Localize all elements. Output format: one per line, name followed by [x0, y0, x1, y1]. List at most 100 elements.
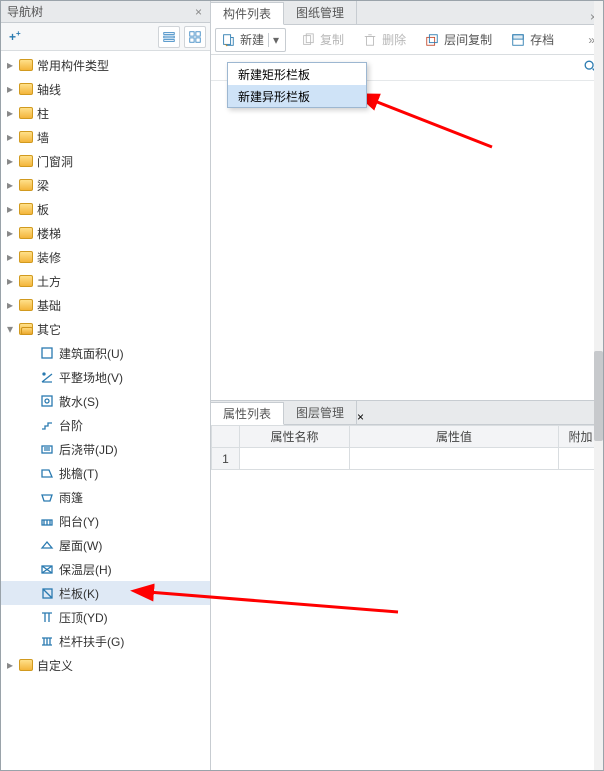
- tab-layer-manage[interactable]: 图层管理: [284, 401, 357, 424]
- grid-view-icon[interactable]: [184, 26, 206, 48]
- tree-item[interactable]: 建筑面积(U): [1, 341, 210, 365]
- expander-icon[interactable]: ▸: [5, 60, 15, 70]
- layer-copy-button[interactable]: 层间复制: [420, 28, 496, 52]
- pour-icon: [39, 441, 55, 457]
- expander-icon[interactable]: ▸: [5, 300, 15, 310]
- tree-item[interactable]: 台阶: [1, 413, 210, 437]
- folder-icon: [19, 59, 33, 71]
- component-toolbar: 新建 ▾ 复制 删除 层间复制 存档 »: [211, 25, 603, 55]
- new-dropdown-menu: 新建矩形栏板 新建异形栏板: [227, 62, 367, 108]
- tree-item-label: 挑檐(T): [59, 465, 98, 482]
- new-dropdown-icon[interactable]: ▾: [268, 33, 283, 47]
- nav-tree: ▸常用构件类型▸轴线▸柱▸墙▸门窗洞▸梁▸板▸楼梯▸装修▸土方▸基础▾其它建筑面…: [1, 51, 210, 770]
- tree-item[interactable]: 阳台(Y): [1, 509, 210, 533]
- tree-category[interactable]: ▸梁: [1, 173, 210, 197]
- tree-item[interactable]: 压顶(YD): [1, 605, 210, 629]
- copy-button[interactable]: 复制: [296, 28, 348, 52]
- property-tabs: 属性列表 图层管理 ×: [211, 401, 603, 425]
- tree-category[interactable]: ▸墙: [1, 125, 210, 149]
- tree-category[interactable]: ▸ 自定义: [1, 653, 210, 677]
- delete-button[interactable]: 删除: [358, 28, 410, 52]
- roof-icon: [39, 537, 55, 553]
- tree-item[interactable]: 平整场地(V): [1, 365, 210, 389]
- right-scrollbar[interactable]: [594, 1, 603, 770]
- tree-category[interactable]: ▸柱: [1, 101, 210, 125]
- tree-item[interactable]: 屋面(W): [1, 533, 210, 557]
- tree-item-label: 散水(S): [59, 393, 99, 410]
- tree-label: 其它: [37, 321, 61, 338]
- tree-label: 门窗洞: [37, 153, 73, 170]
- tree-item[interactable]: 雨篷: [1, 485, 210, 509]
- level-icon: [39, 369, 55, 385]
- tree-item-label: 雨篷: [59, 489, 83, 506]
- tab-property-list[interactable]: 属性列表: [211, 402, 284, 425]
- cell-prop-name[interactable]: [240, 448, 350, 470]
- tree-category[interactable]: ▸ 常用构件类型: [1, 53, 210, 77]
- archive-button[interactable]: 存档: [506, 28, 558, 52]
- col-prop-value[interactable]: 属性值: [350, 426, 559, 448]
- tab-component-list[interactable]: 构件列表: [211, 2, 284, 25]
- expander-icon[interactable]: ▸: [5, 252, 15, 262]
- tree-item[interactable]: 散水(S): [1, 389, 210, 413]
- tree-label: 常用构件类型: [37, 57, 109, 74]
- tree-item[interactable]: 保温层(H): [1, 557, 210, 581]
- new-icon: [220, 32, 236, 48]
- tree-item[interactable]: 栏杆扶手(G): [1, 629, 210, 653]
- tree-category[interactable]: ▸ 基础: [1, 293, 210, 317]
- tree-category[interactable]: ▸土方: [1, 269, 210, 293]
- folder-icon: [19, 203, 33, 215]
- tree-label: 基础: [37, 297, 61, 314]
- layer-copy-icon: [424, 32, 440, 48]
- expander-icon[interactable]: ▸: [5, 276, 15, 286]
- expander-icon[interactable]: ▸: [5, 180, 15, 190]
- tree-item-label: 栏板(K): [59, 585, 99, 602]
- tree-label: 轴线: [37, 81, 61, 98]
- expander-icon[interactable]: ▸: [5, 132, 15, 142]
- tree-label: 装修: [37, 249, 61, 266]
- tree-item[interactable]: 栏板(K): [1, 581, 210, 605]
- expander-icon[interactable]: ▸: [5, 204, 15, 214]
- canopy-icon: [39, 489, 55, 505]
- expander-icon[interactable]: ▸: [5, 108, 15, 118]
- folder-icon: [19, 131, 33, 143]
- expander-icon[interactable]: ▸: [5, 228, 15, 238]
- tree-category[interactable]: ▾ 其它: [1, 317, 210, 341]
- cell-prop-value[interactable]: [350, 448, 559, 470]
- tree-item-label: 压顶(YD): [59, 609, 108, 626]
- archive-icon: [510, 32, 526, 48]
- tree-category[interactable]: ▸板: [1, 197, 210, 221]
- scrollbar-thumb[interactable]: [594, 351, 603, 441]
- expander-icon[interactable]: ▸: [5, 156, 15, 166]
- balcony-icon: [39, 513, 55, 529]
- property-close-icon[interactable]: ×: [357, 410, 364, 424]
- folder-icon: [19, 275, 33, 287]
- tree-category[interactable]: ▸ 门窗洞: [1, 149, 210, 173]
- col-prop-name[interactable]: 属性名称: [240, 426, 350, 448]
- tree-category[interactable]: ▸ 轴线: [1, 77, 210, 101]
- new-button[interactable]: 新建 ▾: [215, 28, 286, 52]
- expander-icon[interactable]: ▸: [5, 660, 15, 670]
- tree-item[interactable]: 挑檐(T): [1, 461, 210, 485]
- tree-label: 自定义: [37, 657, 73, 674]
- tree-category[interactable]: ▸ 装修: [1, 245, 210, 269]
- tab-drawing-manage[interactable]: 图纸管理: [284, 1, 357, 24]
- insul-icon: [39, 561, 55, 577]
- tree-item-label: 屋面(W): [59, 537, 102, 554]
- tree-category[interactable]: ▸楼梯: [1, 221, 210, 245]
- tree-item-label: 保温层(H): [59, 561, 112, 578]
- tree-item[interactable]: 后浇带(JD): [1, 437, 210, 461]
- list-view-icon[interactable]: [158, 26, 180, 48]
- delete-icon: [362, 32, 378, 48]
- expander-icon[interactable]: ▸: [5, 84, 15, 94]
- menu-new-shaped-rail[interactable]: 新建异形栏板: [228, 85, 366, 107]
- nav-close-icon[interactable]: ×: [193, 5, 204, 19]
- expander-icon[interactable]: ▾: [5, 324, 15, 334]
- add-sub-button[interactable]: ++: [5, 29, 25, 44]
- tree-label: 梁: [37, 177, 49, 194]
- tree-label: 墙: [37, 129, 49, 146]
- nav-header: 导航树 ×: [1, 1, 210, 23]
- folder-icon: [19, 227, 33, 239]
- table-row[interactable]: 1: [212, 448, 603, 470]
- menu-new-rect-rail[interactable]: 新建矩形栏板: [228, 63, 366, 85]
- folder-icon: [19, 107, 33, 119]
